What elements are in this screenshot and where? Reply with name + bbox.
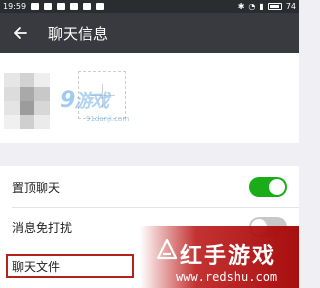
mail-icon (70, 3, 79, 10)
watermark-url: www.redshu.com (176, 270, 278, 284)
toggle-knob (269, 179, 285, 195)
status-time: 19:59 (3, 2, 27, 11)
status-right: ✱ ◔ ▮ 74 (238, 2, 296, 11)
back-button[interactable] (0, 13, 40, 53)
notification-icons (31, 3, 105, 10)
app-bar: 聊天信息 (0, 13, 299, 53)
notification-icon (96, 3, 105, 10)
mail-icon (44, 3, 53, 10)
members-section: 9游戏 91danji.com (0, 53, 299, 143)
avatar[interactable] (4, 73, 50, 129)
page-title: 聊天信息 (48, 24, 109, 43)
chat-files-label: 聊天文件 (12, 260, 61, 274)
watermark-url: 91danji.com (86, 115, 130, 123)
pin-chat-toggle[interactable] (249, 177, 287, 197)
setting-row-pin-chat[interactable]: 置顶聊天 (0, 168, 299, 206)
notification-icon (31, 3, 40, 10)
screen: 19:59 ✱ ◔ ▮ 74 聊天信息 9游戏 91danji.com 置顶聊天… (0, 0, 299, 288)
mail-icon (57, 3, 66, 10)
battery-level: 74 (285, 2, 296, 11)
bluetooth-icon: ✱ (237, 2, 245, 11)
setting-label: 置顶聊天 (12, 180, 61, 195)
signal-icon: ▮ (259, 2, 264, 11)
watermark-logo-icon (156, 238, 178, 260)
setting-label: 消息免打扰 (12, 220, 73, 235)
watermark-text: 红手游戏 (180, 244, 277, 269)
back-arrow-icon (14, 27, 27, 39)
battery-icon (267, 3, 282, 10)
wifi-icon: ◔ (248, 2, 256, 11)
status-bar: 19:59 ✱ ◔ ▮ 74 (0, 0, 299, 13)
image-icon (83, 3, 92, 10)
watermark-logo: 9游戏 (60, 88, 109, 113)
watermark-banner: 红手游戏 www.redshu.com (140, 226, 299, 288)
